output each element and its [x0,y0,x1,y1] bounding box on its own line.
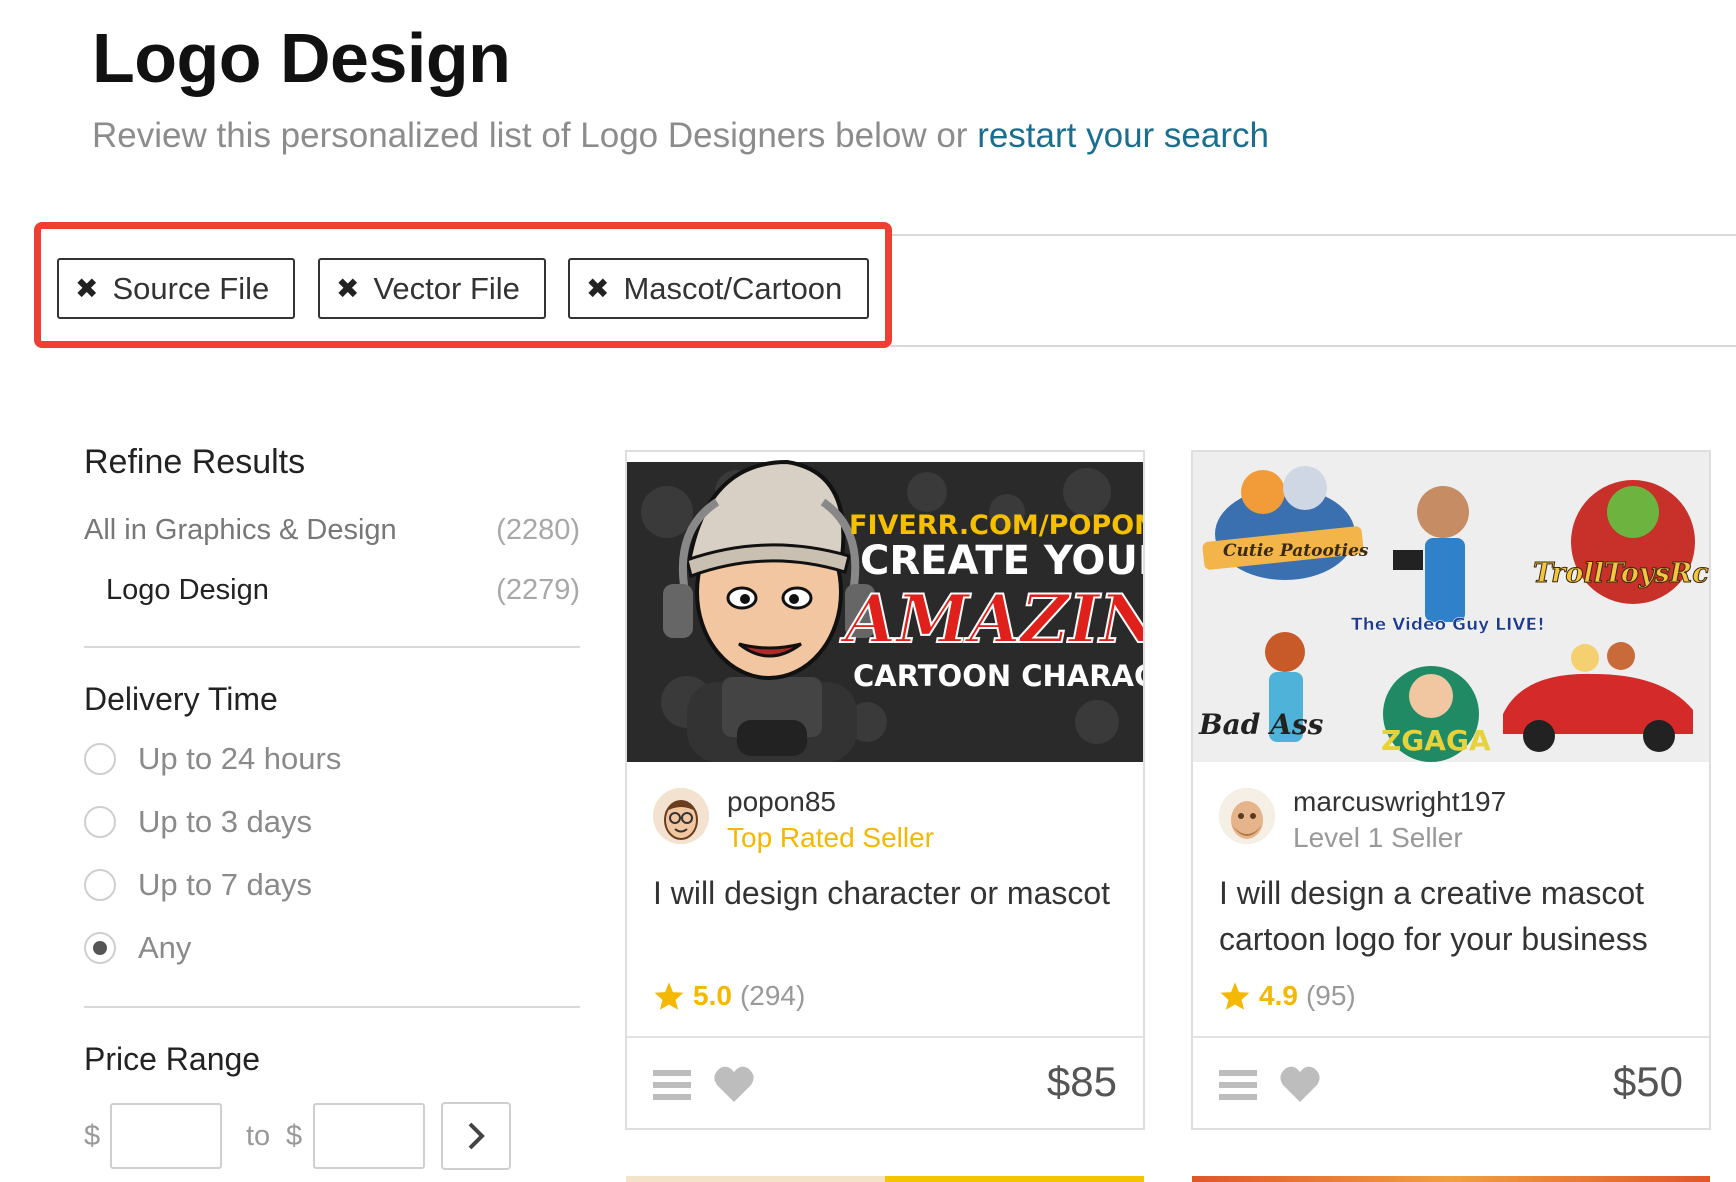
subtitle-text: Review this personalized list of Logo De… [92,116,968,155]
review-count: (95) [1305,980,1356,1011]
currency-symbol: $ [286,1120,303,1152]
seller-name[interactable]: marcuswright197 [1293,786,1506,818]
gig-image-text: CARTOON CHARACTER [853,659,1143,693]
filter-chip-source-file[interactable]: ✖ Source File [57,258,295,319]
delivery-time-title: Delivery Time [84,681,278,717]
price-range-title: Price Range [84,1041,261,1077]
gig-image-text: The Video Guy LIVE! [1351,615,1545,635]
delivery-option-any[interactable]: Any [84,930,191,966]
seller-name[interactable]: popon85 [727,786,836,818]
heart-icon[interactable] [713,1064,755,1104]
price-max-input[interactable] [313,1103,425,1169]
page-subtitle: Review this personalized list of Logo De… [92,116,1269,156]
menu-icon[interactable] [1219,1068,1257,1102]
price-min-input[interactable] [110,1103,222,1169]
delivery-option-24-hours[interactable]: Up to 24 hours [84,741,341,777]
avatar[interactable] [1219,788,1275,844]
seller-level-badge: Level 1 Seller [1293,822,1463,853]
remove-icon[interactable]: ✖ [75,274,98,303]
gig-image-mascot-collage: Cutie Patooties The Video Guy LIVE! Trol… [1193,452,1709,762]
gig-image-text: Cutie Patooties [1223,541,1369,561]
currency-symbol: $ [84,1120,101,1152]
gig-image-text: FIVERR.COM/POPON85 [849,510,1143,541]
gig-image-text: CREATE YOUR [860,538,1143,584]
heart-icon[interactable] [1279,1064,1321,1104]
gig-image-text: AMAZING [839,580,1143,658]
gig-rating: 4.9 (95) [1219,980,1356,1012]
radio-button[interactable] [84,743,116,775]
seller-level-badge: Top Rated Seller [727,822,935,853]
gig-image-text: ZGAGA [1381,724,1491,757]
sidebar-divider [84,646,580,648]
review-count: (294) [739,980,806,1011]
category-logo-design[interactable]: Logo Design [106,574,269,607]
gig-thumbnail[interactable]: FIVERR.COM/POPON85 CREATE YOUR AMAZING C… [627,452,1143,762]
refine-results-title: Refine Results [84,443,306,481]
gig-card[interactable]: FIVERR.COM/POPON85 CREATE YOUR AMAZING C… [625,450,1145,1130]
star-icon [654,982,684,1010]
gig-title[interactable]: I will design character or mascot [653,870,1123,916]
radio-button-selected[interactable] [84,932,116,964]
filter-chip-label: Mascot/Cartoon [623,270,843,306]
gig-price: $50 [1612,1058,1683,1105]
gig-card[interactable]: Cutie Patooties The Video Guy LIVE! Trol… [1191,450,1711,1130]
radio-label: Any [138,930,192,965]
delivery-option-7-days[interactable]: Up to 7 days [84,867,312,903]
radio-button[interactable] [84,806,116,838]
gig-image-cartoon-character: FIVERR.COM/POPON85 CREATE YOUR AMAZING C… [627,459,1143,762]
star-icon [1220,982,1250,1010]
filter-bar-bottom-divider [890,345,1736,347]
filter-bar-top-divider [890,234,1736,236]
price-apply-button[interactable] [441,1102,511,1170]
avatar[interactable] [653,788,709,844]
filter-chip-label: Vector File [373,270,520,306]
next-gig-card-peek [626,1176,1144,1182]
filter-chip-mascot-cartoon[interactable]: ✖ Mascot/Cartoon [568,258,869,319]
filter-chip-label: Source File [112,270,270,306]
radio-label: Up to 7 days [138,867,313,902]
rating-score: 5.0 [693,980,732,1011]
remove-icon[interactable]: ✖ [336,274,359,303]
category-count: (2280) [496,514,580,546]
category-count: (2279) [496,574,580,606]
gig-price: $85 [1046,1058,1117,1105]
price-to-label: to [246,1120,271,1152]
filter-chip-vector-file[interactable]: ✖ Vector File [318,258,546,319]
radio-label: Up to 3 days [138,804,313,839]
gig-rating: 5.0 (294) [653,980,805,1012]
category-all-graphics-design[interactable]: All in Graphics & Design [84,514,397,547]
gig-thumbnail[interactable]: Cutie Patooties The Video Guy LIVE! Trol… [1193,452,1709,762]
radio-label: Up to 24 hours [138,741,342,776]
rating-score: 4.9 [1259,980,1298,1011]
menu-icon[interactable] [653,1068,691,1102]
chevron-right-icon [468,1122,485,1150]
page-title: Logo Design [92,19,511,97]
gig-image-text: TrollToysRc [1533,558,1709,589]
gig-image-text: Bad Ass [1198,708,1324,741]
delivery-option-3-days[interactable]: Up to 3 days [84,804,312,840]
restart-search-link[interactable]: restart your search [977,116,1269,155]
radio-button[interactable] [84,869,116,901]
card-divider [1193,1036,1709,1038]
gig-title[interactable]: I will design a creative mascot cartoon … [1219,870,1689,962]
remove-icon[interactable]: ✖ [586,274,609,303]
sidebar-divider [84,1006,580,1008]
card-divider [627,1036,1143,1038]
next-gig-card-peek [1192,1176,1710,1182]
